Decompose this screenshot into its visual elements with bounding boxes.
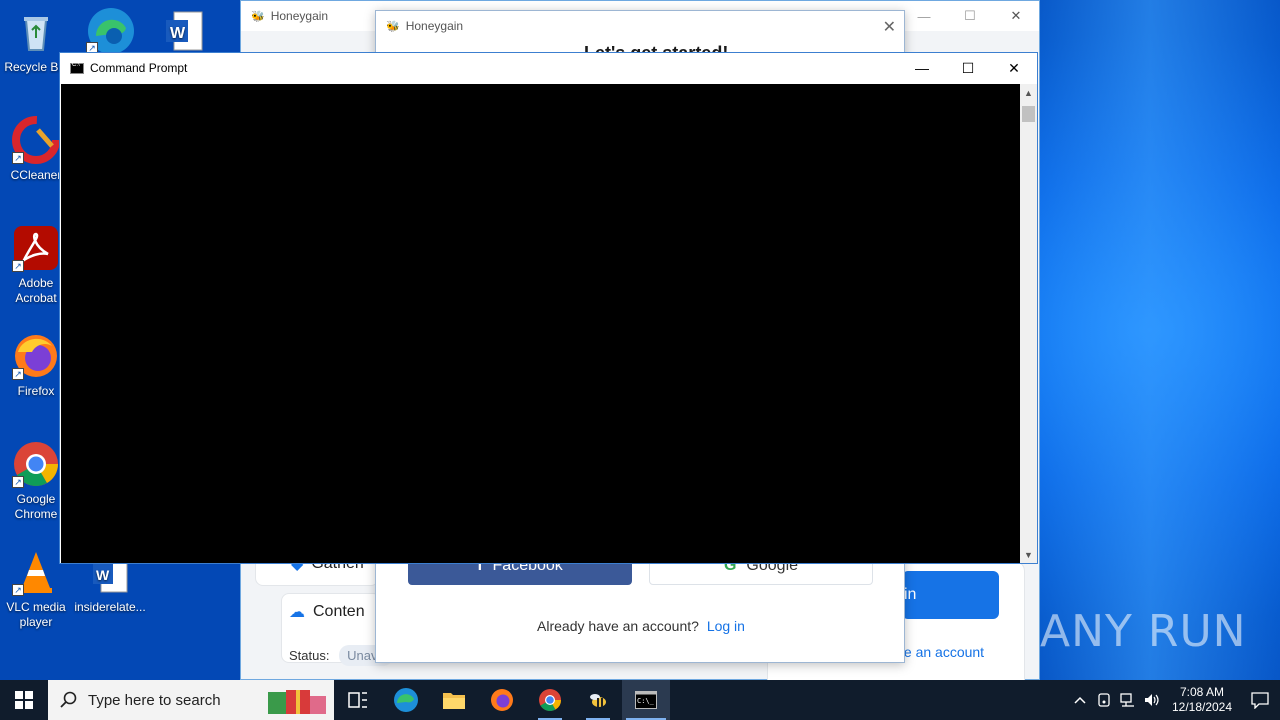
create-account-link[interactable]: te an account <box>900 644 984 660</box>
dialog-titlebar: 🐝 Honeygain <box>376 11 904 41</box>
scroll-thumb[interactable] <box>1022 106 1035 122</box>
cmd-icon: C:\_ <box>635 691 657 709</box>
network-icon[interactable] <box>1116 680 1140 720</box>
wallpaper-light <box>1020 0 1280 680</box>
feature-label: Conten <box>313 603 365 620</box>
shortcut-arrow-icon: ↗ <box>12 584 24 596</box>
taskbar: Type here to search C:\_ 7:08 AM 12/18/2… <box>0 680 1280 720</box>
gift-highlight-icon <box>268 690 326 714</box>
windows-logo-icon <box>15 691 33 709</box>
cmd-titlebar[interactable]: Command Prompt <box>60 53 1037 83</box>
console-area[interactable] <box>61 84 1020 563</box>
search-icon <box>60 691 77 708</box>
window-title: Honeygain <box>270 9 329 23</box>
taskbar-command-prompt[interactable]: C:\_ <box>622 680 670 720</box>
maximize-button[interactable]: ☐ <box>947 1 993 31</box>
taskbar-chrome[interactable] <box>526 680 574 720</box>
ccleaner-icon: ↗ <box>12 116 60 164</box>
folder-icon <box>443 693 465 709</box>
scroll-down-icon[interactable]: ▼ <box>1020 546 1037 563</box>
word-document-icon: W <box>160 8 208 56</box>
system-tray: 7:08 AM 12/18/2024 <box>1068 680 1280 720</box>
shortcut-arrow-icon: ↗ <box>12 476 24 488</box>
vlc-icon: ↗ <box>12 548 60 596</box>
minimize-button[interactable]: — <box>901 1 947 31</box>
adobe-acrobat-icon: ↗ <box>12 224 60 272</box>
command-prompt-window[interactable]: Command Prompt — ☐ ✕ ▲ ▼ <box>59 52 1038 564</box>
window-controls: — ☐ ✕ <box>901 1 1039 31</box>
close-button[interactable]: ✕ <box>993 1 1039 31</box>
already-have-account: Already have an account? Log in <box>376 618 906 634</box>
clock-date: 12/18/2024 <box>1171 700 1233 714</box>
desktop-icon-insiderelate[interactable]: W insiderelate... <box>72 556 148 615</box>
desktop-icon-label: VLC media player <box>6 600 66 629</box>
already-text: Already have an account? <box>537 618 699 634</box>
shortcut-arrow-icon: ↗ <box>12 260 24 272</box>
task-view-button[interactable] <box>334 680 382 720</box>
desktop-icon-label: insiderelate... <box>74 600 146 614</box>
login-button[interactable]: in <box>902 571 999 619</box>
feature-row-content: ☁ Conten <box>289 602 365 622</box>
edge-icon: ↗ <box>86 6 134 54</box>
window-title: Command Prompt <box>90 61 188 75</box>
cloud-icon: ☁ <box>289 604 305 621</box>
volume-icon[interactable] <box>1140 680 1164 720</box>
taskbar-edge[interactable] <box>382 680 430 720</box>
start-button[interactable] <box>0 680 48 720</box>
anyrun-watermark: ANY RUN <box>1040 606 1247 657</box>
taskbar-firefox[interactable] <box>478 680 526 720</box>
vertical-scrollbar[interactable]: ▲ ▼ <box>1020 84 1037 563</box>
close-button[interactable]: ✕ <box>991 53 1037 83</box>
desktop: Recycle Bin ↗ W ↗ CCleaner ↗ Adobe Acrob… <box>0 0 1280 680</box>
firefox-icon <box>491 689 513 711</box>
show-hidden-icons-chevron-icon[interactable] <box>1068 680 1092 720</box>
search-box[interactable]: Type here to search <box>48 680 334 720</box>
google-chrome-icon: ↗ <box>12 440 60 488</box>
firefox-icon: ↗ <box>12 332 60 380</box>
minimize-button[interactable]: — <box>899 53 945 83</box>
shortcut-arrow-icon: ↗ <box>12 368 24 380</box>
dialog-title: Honeygain <box>405 19 464 33</box>
device-icon[interactable] <box>1092 680 1116 720</box>
window-controls: — ☐ ✕ <box>899 53 1037 83</box>
honeygain-bee-icon <box>590 694 606 707</box>
svg-text:W: W <box>170 25 186 42</box>
edge-icon <box>394 688 418 712</box>
task-view-icon <box>348 692 367 708</box>
taskbar-honeygain[interactable] <box>574 680 622 720</box>
google-chrome-icon <box>539 689 561 711</box>
cmd-icon <box>70 62 84 74</box>
status-label: Status: <box>289 648 330 663</box>
login-button-label: in <box>904 586 917 603</box>
desktop-icon-edge[interactable]: ↗ <box>72 6 148 58</box>
close-icon[interactable]: ✕ <box>883 17 896 37</box>
scroll-up-icon[interactable]: ▲ <box>1020 84 1037 101</box>
clock[interactable]: 7:08 AM 12/18/2024 <box>1164 685 1240 715</box>
svg-text:C:\_: C:\_ <box>637 697 655 705</box>
shortcut-arrow-icon: ↗ <box>12 152 24 164</box>
taskbar-file-explorer[interactable] <box>430 680 478 720</box>
recycle-bin-icon <box>12 8 60 56</box>
honeygain-bee-icon: 🐝 <box>386 20 400 33</box>
notifications-button[interactable] <box>1240 680 1280 720</box>
maximize-button[interactable]: ☐ <box>945 53 991 83</box>
svg-text:W: W <box>96 567 110 583</box>
honeygain-bee-icon: 🐝 <box>251 10 265 23</box>
search-placeholder: Type here to search <box>88 691 221 709</box>
login-link[interactable]: Log in <box>707 618 745 634</box>
notification-icon <box>1251 692 1269 709</box>
clock-time: 7:08 AM <box>1179 685 1225 699</box>
